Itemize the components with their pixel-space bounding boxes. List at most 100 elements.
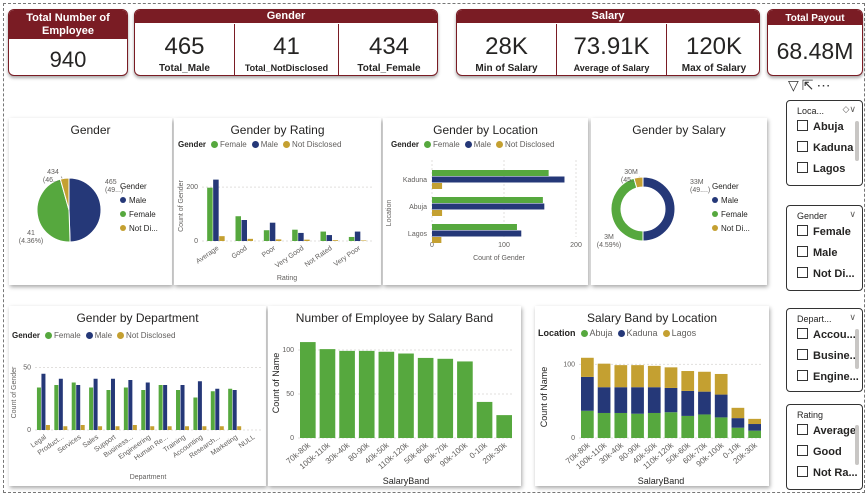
bar [128,380,133,430]
bar [360,240,367,241]
bar [332,240,338,241]
bar [269,222,276,241]
bar [247,238,253,241]
slicer-header: Rating [787,405,862,424]
bar [123,387,128,430]
bar [304,239,310,241]
checkbox-icon[interactable] [797,162,808,173]
bar [207,187,213,241]
bar [614,387,628,413]
gender-dept-panel: Gender by Department Gender Female Male Not… [9,306,266,486]
tick-label: 50 [286,391,294,398]
data-label: 33M [690,179,704,186]
gender-location-panel: Gender by Location Gender Female Male Not D… [383,118,588,285]
tick-label: 0 [194,238,198,245]
bar [219,426,224,430]
kpi-title: Gender [135,10,437,23]
data-label: 3M [604,234,614,241]
bar [581,376,594,411]
legend-item: Male [721,196,739,205]
slicer-item[interactable]: Good [787,445,862,466]
checkbox-icon[interactable] [797,424,808,435]
legend-swatch [120,211,126,217]
slicer-item[interactable]: Female [787,225,862,246]
bar [106,390,111,430]
pie-slice [642,176,676,242]
scrollbar[interactable] [855,425,859,465]
visual-header-icons: ▽⇱⋯ [788,77,834,94]
scrollbar[interactable] [855,121,859,161]
gender-location-chart: 0 100 200 Kaduna Abuja Lagos Count of Gender Lo… [386,160,582,262]
bar [748,424,761,431]
slicer-item-label: Lagos [813,163,846,175]
axis-label: Count of Gender [178,179,185,231]
tick-label: 0 [571,435,575,442]
legend-swatch [712,197,718,203]
slicer-department[interactable]: Depart... ∨ Accou... Busine... Engine... [786,308,863,392]
checkbox-icon[interactable] [797,225,808,236]
checkbox-icon[interactable] [797,267,808,278]
axis-label: Count of Name [539,367,549,428]
bar [275,239,282,241]
slicer-item-label: Female [813,226,851,238]
bar [237,426,242,430]
band-location-panel: Salary Band by Location Location Abuja Kad… [535,306,769,486]
bar [300,342,316,438]
slicer-rating[interactable]: Rating Average Good Not Ra... [786,404,863,490]
bar [132,425,137,430]
checkbox-icon[interactable] [797,349,808,360]
focus-mode-icon[interactable]: ⇱ [802,77,817,93]
tick-label: 100 [282,347,294,354]
checkbox-icon[interactable] [797,445,808,456]
gender-dept-chart: 050LegalProduct...Services SalesSupportBu… [11,365,261,481]
bar [664,412,678,438]
checkbox-icon[interactable] [797,328,808,339]
bar [432,224,517,230]
checkbox-icon[interactable] [797,141,808,152]
bar [664,387,678,413]
chevron-down-icon[interactable]: ∨ [849,312,856,323]
slicer-title: Rating [797,410,824,420]
tick-label: 100 [498,242,510,249]
slicer-item[interactable]: Male [787,246,862,267]
slicer-item[interactable]: Not Ra... [787,466,862,487]
tick-label: Not Rated [304,245,334,269]
slicer-item[interactable]: Busine... [787,349,862,370]
slicer-gender[interactable]: Gender ∨ Female Male Not Di... [786,205,863,291]
bar [180,385,185,430]
bar [263,230,270,241]
checkbox-icon[interactable] [797,466,808,477]
bar [110,378,115,430]
slicer-header: Gender ∨ [787,206,862,225]
data-label: (4.36%) [19,238,44,245]
tick-label: NULL [238,434,257,450]
slicer-item[interactable]: Abuja [787,120,862,141]
slicer-item[interactable]: Not Di... [787,267,862,288]
bar [378,351,395,438]
checkbox-icon[interactable] [797,246,808,257]
slicer-location[interactable]: Loca... ◇∨ Abuja Kaduna Lagos [786,100,863,186]
legend-item: Not Di... [721,224,750,233]
slicer-item[interactable]: Kaduna [787,141,862,162]
slicer-item[interactable]: Engine... [787,370,862,391]
chevron-down-icon[interactable]: ∨ [849,209,856,220]
eraser-chevron-icon[interactable]: ◇∨ [842,104,856,115]
slicer-item[interactable]: Accou... [787,328,862,349]
axis-label: Rating [277,275,297,282]
bar [348,236,355,241]
bar [496,415,512,438]
filter-icon[interactable]: ▽ [788,77,802,93]
slicer-item[interactable]: Lagos [787,162,862,183]
slicer-title: Depart... [797,314,832,324]
checkbox-icon[interactable] [797,120,808,131]
slicer-item[interactable]: Average [787,424,862,445]
bar [698,414,711,438]
kpi-cell: 28K Min of Salary [457,24,557,75]
checkbox-icon[interactable] [797,370,808,381]
legend-swatch [120,197,126,203]
legend-swatch [712,211,718,217]
more-options-icon[interactable]: ⋯ [817,77,834,93]
bar [681,390,695,416]
tick-label: Abuja [409,204,427,211]
scrollbar[interactable] [855,329,859,369]
